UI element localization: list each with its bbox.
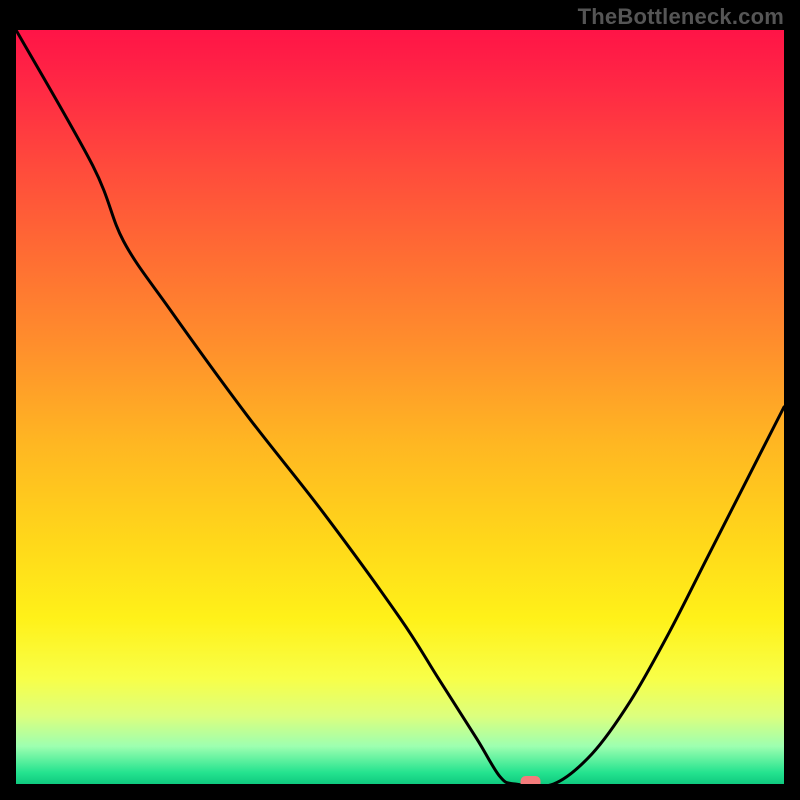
watermark-label: TheBottleneck.com [578, 4, 784, 30]
bottleneck-chart [16, 30, 784, 784]
plot-area [16, 30, 784, 784]
gradient-background [16, 30, 784, 784]
chart-frame: TheBottleneck.com [0, 0, 800, 800]
optimal-marker [521, 776, 541, 784]
